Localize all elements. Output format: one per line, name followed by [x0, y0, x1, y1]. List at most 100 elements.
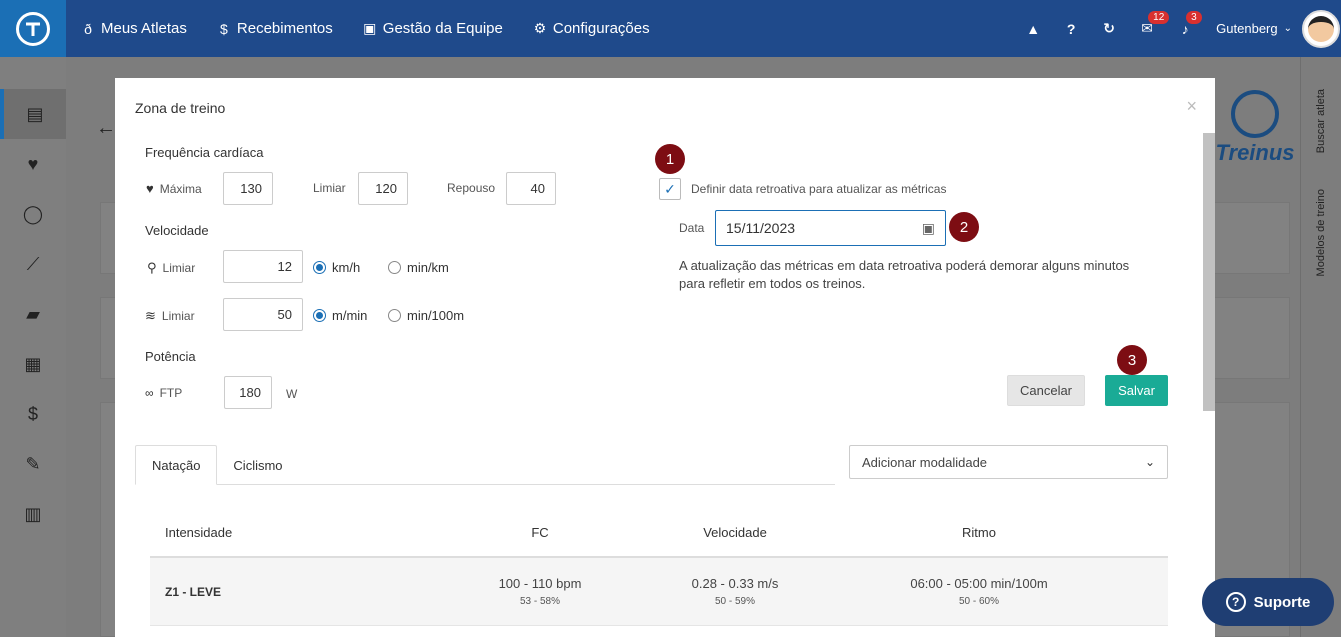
zones-table: Intensidade FC Velocidade Ritmo Z1 - LEV…: [150, 508, 1168, 626]
unit-label: min/100m: [407, 308, 465, 323]
cancel-button[interactable]: Cancelar: [1007, 375, 1085, 406]
medal-icon: ð: [84, 20, 92, 37]
fc-cell: 100 - 110 bpm 53 - 58%: [400, 576, 680, 607]
col-ritmo: Ritmo: [962, 524, 996, 540]
unit-kmh-radio[interactable]: km/h: [313, 260, 360, 275]
info-line: para refletir em todos os treinos.: [679, 276, 866, 291]
sync-icon[interactable]: ↻: [1090, 0, 1128, 57]
unit-minkm-radio[interactable]: min/km: [388, 260, 449, 275]
max-label: ♥ Máxima: [146, 181, 202, 196]
modal-title: Zona de treino: [135, 100, 226, 116]
rest-hr-input[interactable]: 40: [506, 172, 556, 205]
heart-pulse-icon[interactable]: ♥: [0, 139, 66, 189]
runner-icon: ⚲: [147, 260, 157, 275]
messages-button[interactable]: ✉ 12: [1128, 0, 1170, 57]
tab-ciclismo[interactable]: Ciclismo: [217, 445, 298, 485]
hr-threshold-input[interactable]: 120: [358, 172, 408, 205]
close-icon[interactable]: ×: [1186, 96, 1197, 117]
ftp-input[interactable]: 180: [224, 376, 272, 409]
run-threshold-text: Limiar: [162, 261, 196, 275]
unit-min100m-radio[interactable]: min/100m: [388, 308, 464, 323]
main-nav: ð Meus Atletas $ Recebimentos ▣ Gestão d…: [66, 0, 665, 57]
id-card-icon: ▣: [363, 20, 377, 36]
refresh-circle-icon[interactable]: ◯: [0, 189, 66, 239]
table-row: Z1 - LEVE 100 - 110 bpm 53 - 58% 0.28 - …: [150, 558, 1168, 626]
modality-tabs: Natação Ciclismo: [135, 445, 835, 485]
swim-threshold-input[interactable]: 50: [223, 298, 303, 331]
help-icon[interactable]: ?: [1052, 0, 1090, 57]
training-zone-modal: Zona de treino × Frequência cardíaca ♥ M…: [115, 78, 1215, 637]
brand-logo: Treinus: [1212, 90, 1298, 166]
shoe-icon[interactable]: ▰: [0, 289, 66, 339]
step-marker-3: 3: [1117, 345, 1147, 375]
nav-label: Meus Atletas: [101, 20, 187, 37]
graduation-cap-icon[interactable]: ▲: [1014, 0, 1052, 57]
nav-recebimentos[interactable]: $ Recebimentos: [202, 0, 348, 57]
hr-threshold-label: Limiar: [313, 181, 346, 195]
notifications-badge: 3: [1186, 11, 1202, 24]
retro-date-checkbox[interactable]: ✓: [659, 178, 681, 200]
heart-rate-section-title: Frequência cardíaca: [145, 145, 264, 160]
date-label: Data: [679, 221, 705, 235]
run-threshold-input[interactable]: 12: [223, 250, 303, 283]
radio-unselected: [388, 309, 401, 322]
speed-section-title: Velocidade: [145, 223, 209, 238]
date-value: 15/11/2023: [726, 220, 796, 236]
max-hr-input[interactable]: 130: [223, 172, 273, 205]
date-input[interactable]: 15/11/2023 ▣: [715, 210, 946, 246]
sidebar: ▤ ♥ ◯ ⟋ ▰ ▦ $ ✎ ▥: [0, 57, 66, 637]
app-logo[interactable]: [0, 0, 66, 57]
select-value: Adicionar modalidade: [862, 454, 988, 470]
radio-selected: [313, 261, 326, 274]
add-modality-select[interactable]: Adicionar modalidade ⌄: [849, 445, 1168, 479]
check-icon: ✓: [664, 180, 676, 197]
workout-models-tab[interactable]: Modelos de treino: [1315, 189, 1327, 276]
dollar-icon[interactable]: $: [0, 389, 66, 439]
nav-label: Configurações: [552, 20, 650, 37]
calendar-icon[interactable]: ▦: [0, 339, 66, 389]
support-button[interactable]: ? Suporte: [1202, 578, 1334, 626]
topbar-tools: ▲ ? ↻ ✉ 12 ♪ 3 Gutenberg ⌄: [1014, 0, 1341, 57]
table-header: Intensidade FC Velocidade Ritmo: [150, 508, 1168, 558]
avatar[interactable]: [1302, 9, 1340, 48]
swimmer-icon: ≋: [145, 308, 156, 323]
modal-scrollbar[interactable]: [1203, 133, 1215, 411]
bell-icon: ♪: [1181, 20, 1189, 37]
nav-configuracoes[interactable]: ⚙ Configurações: [518, 0, 665, 57]
brand-logo-icon: [1231, 90, 1279, 138]
user-menu[interactable]: Gutenberg ⌄: [1204, 21, 1302, 36]
nav-label: Gestão da Equipe: [382, 20, 503, 37]
ftp-label: ∞ FTP: [145, 386, 182, 400]
clipboard-icon[interactable]: ▤: [0, 89, 66, 139]
edit-icon[interactable]: ✎: [0, 439, 66, 489]
unit-label: km/h: [332, 260, 361, 275]
tab-natacao[interactable]: Natação: [135, 445, 218, 485]
save-button[interactable]: Salvar: [1105, 375, 1168, 406]
pace-percent: 50 - 60%: [958, 596, 1000, 607]
speed-cell: 0.28 - 0.33 m/s 50 - 59%: [680, 576, 790, 607]
rest-label: Repouso: [447, 181, 496, 195]
ftp-label-text: FTP: [159, 386, 183, 400]
line-chart-icon[interactable]: ⟋: [0, 239, 66, 289]
nav-meus-atletas[interactable]: ð Meus Atletas: [66, 0, 202, 57]
max-label-text: Máxima: [159, 181, 202, 196]
notifications-button[interactable]: ♪ 3: [1166, 0, 1204, 57]
info-line: A atualização das métricas em data retro…: [679, 258, 1130, 273]
brand-name: Treinus: [1215, 140, 1295, 165]
fc-percent: 53 - 58%: [519, 596, 561, 607]
run-threshold-label: ⚲ Limiar: [147, 260, 195, 276]
power-section-title: Potência: [145, 349, 196, 364]
treinus-logo-icon: [16, 11, 50, 46]
calendar-icon[interactable]: ▣: [922, 220, 935, 237]
speed-range: 0.28 - 0.33 m/s: [691, 576, 779, 591]
retro-date-checkbox-label: Definir data retroativa para atualizar a…: [691, 182, 947, 196]
pace-range: 06:00 - 05:00 min/100m: [910, 576, 1048, 591]
unit-mmin-radio[interactable]: m/min: [313, 308, 367, 323]
chevron-down-icon: ⌄: [1283, 23, 1292, 34]
film-icon[interactable]: ▥: [0, 489, 66, 539]
nav-gestao-equipe[interactable]: ▣ Gestão da Equipe: [348, 0, 518, 57]
gears-icon: ⚙: [533, 20, 547, 36]
step-marker-1: 1: [655, 144, 685, 174]
search-athlete-tab[interactable]: Buscar atleta: [1315, 89, 1327, 153]
question-icon: ?: [1225, 592, 1246, 612]
